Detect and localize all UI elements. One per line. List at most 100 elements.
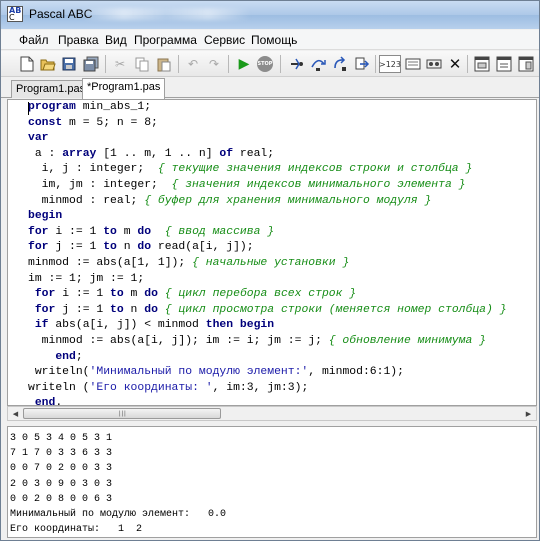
window3-icon[interactable] bbox=[517, 55, 535, 73]
code-line[interactable]: writeln('Минимальный по модулю элемент:'… bbox=[28, 365, 507, 381]
code-token: im := 1; jm := 1; bbox=[28, 272, 145, 285]
step-out-icon[interactable] bbox=[331, 55, 349, 73]
toolbar-separator bbox=[375, 55, 376, 73]
code-token: minmod := abs(a[1, 1]); bbox=[28, 256, 193, 269]
editor-tabs: Program1.pas *Program1.pas bbox=[1, 78, 539, 99]
scroll-right-icon[interactable]: ▶ bbox=[521, 407, 536, 420]
code-string: 'Его координаты: ' bbox=[89, 381, 213, 394]
menu-service[interactable]: Сервис bbox=[204, 33, 245, 47]
output-window[interactable]: 3 0 5 3 4 0 5 3 1 7 1 7 0 3 3 6 3 3 0 0 7 … bbox=[7, 426, 537, 538]
code-token: j := 1 bbox=[48, 241, 104, 254]
toolbar-separator bbox=[467, 55, 468, 73]
code-line[interactable]: i, j : integer; { текущие значения индек… bbox=[28, 162, 507, 178]
copy-icon[interactable] bbox=[133, 55, 151, 73]
code-line[interactable]: for j := 1 to n do read(a[i, j]); bbox=[28, 240, 507, 256]
code-comment: { буфер для хранения минимального модуля… bbox=[144, 194, 432, 207]
code-token: m = 5; n = 8; bbox=[62, 116, 158, 129]
grip-icon: ||| bbox=[119, 411, 127, 417]
scroll-left-icon[interactable]: ◀ bbox=[8, 407, 23, 420]
stop-icon[interactable]: STOP bbox=[256, 55, 274, 73]
window1-icon[interactable] bbox=[473, 55, 491, 73]
new-file-icon[interactable] bbox=[18, 55, 36, 73]
code-line[interactable]: im := 1; jm := 1; bbox=[28, 272, 507, 288]
code-line[interactable]: minmod := abs(a[1, 1]); { начальные уста… bbox=[28, 256, 507, 272]
scrollbar-thumb[interactable]: ||| bbox=[23, 408, 221, 419]
menu-program[interactable]: Программа bbox=[134, 33, 197, 47]
step-into-icon[interactable] bbox=[287, 55, 305, 73]
code-token: i, j : integer; bbox=[28, 163, 158, 176]
paste-icon[interactable] bbox=[155, 55, 173, 73]
horizontal-scrollbar[interactable]: ◀ ||| ▶ bbox=[7, 406, 537, 421]
title-bar[interactable]: AB C Pascal ABC bbox=[1, 1, 539, 29]
code-editor[interactable]: program min_abs_1; const m = 5; n = 8; var… bbox=[7, 99, 537, 406]
code-token: [1 .. m, 1 .. n] bbox=[96, 147, 220, 160]
code-token: m bbox=[123, 288, 145, 301]
code-line[interactable]: begin bbox=[28, 209, 507, 225]
code-token: writeln( bbox=[28, 366, 90, 379]
code-line[interactable]: im, jm : integer; { значения индексов ми… bbox=[28, 178, 507, 194]
code-token: abs(a[i, j]) < minmod bbox=[48, 319, 206, 332]
code-string: 'Минимальный по модулю элемент:' bbox=[89, 366, 309, 379]
output-line: 2 0 3 0 9 0 3 0 3 bbox=[10, 478, 113, 490]
run-icon[interactable]: ▶ bbox=[235, 55, 253, 73]
output-line: 3 0 5 3 4 0 5 3 1 bbox=[10, 433, 113, 444]
code-token: m bbox=[116, 225, 138, 238]
code-line[interactable]: var bbox=[28, 131, 507, 147]
menu-file[interactable]: Файл bbox=[19, 33, 49, 47]
code-token: . bbox=[55, 397, 63, 406]
code-line[interactable]: minmod : real; { буфер для хранения мини… bbox=[28, 194, 507, 210]
redo-icon[interactable]: ↷ bbox=[205, 55, 223, 73]
code-line[interactable]: minmod := abs(a[i, j]); im := i; jm := j… bbox=[28, 334, 507, 350]
code-line[interactable]: for j := 1 to n do { цикл просмотра стро… bbox=[28, 303, 507, 319]
output-line: 0 0 7 0 2 0 0 3 3 bbox=[10, 463, 113, 475]
code-comment: { цикл просмотра строки (меняется номер … bbox=[164, 303, 507, 316]
code-token: minmod : real; bbox=[28, 194, 145, 207]
output-line: 0 0 2 0 8 0 0 6 3 bbox=[10, 493, 113, 505]
code-line[interactable]: for i := 1 to m do { цикл перебора всех … bbox=[28, 287, 507, 303]
code-keyword: end bbox=[55, 350, 76, 363]
code-comment: { текущие значения индексов строки и сто… bbox=[157, 163, 473, 176]
code-token: j := 1 bbox=[55, 303, 111, 316]
code-keyword: for bbox=[34, 303, 56, 316]
breakpoint-icon[interactable] bbox=[425, 55, 443, 73]
tab-program1-modified[interactable]: *Program1.pas bbox=[82, 78, 166, 99]
code-text[interactable]: program min_abs_1; const m = 5; n = 8; var… bbox=[28, 100, 507, 406]
code-keyword: to bbox=[103, 241, 117, 254]
undo-icon[interactable]: ↶ bbox=[184, 55, 202, 73]
code-keyword: begin bbox=[28, 210, 63, 223]
code-keyword: end bbox=[34, 397, 56, 406]
code-line[interactable]: const m = 5; n = 8; bbox=[28, 116, 507, 132]
menu-view[interactable]: Вид bbox=[105, 33, 127, 47]
code-keyword: do bbox=[137, 241, 152, 254]
code-line[interactable]: end. bbox=[28, 396, 507, 406]
code-token: real; bbox=[233, 147, 275, 160]
code-token: writeln ( bbox=[28, 381, 90, 394]
code-line[interactable]: if abs(a[i, j]) < minmod then begin bbox=[28, 318, 507, 334]
code-line[interactable]: a : array [1 .. m, 1 .. n] of real; bbox=[28, 147, 507, 163]
toolbar-separator bbox=[178, 55, 179, 73]
evaluate-icon[interactable]: >123 bbox=[379, 55, 401, 73]
menu-help[interactable]: Помощь bbox=[251, 33, 297, 47]
code-line[interactable]: for i := 1 to m do { ввод массива } bbox=[28, 225, 507, 241]
save-icon[interactable] bbox=[60, 55, 78, 73]
code-line[interactable]: end; bbox=[28, 350, 507, 366]
watch-icon[interactable] bbox=[404, 55, 422, 73]
menu-edit[interactable]: Правка bbox=[58, 33, 99, 47]
code-keyword: then bbox=[205, 319, 234, 332]
tab-program1[interactable]: Program1.pas bbox=[11, 80, 91, 98]
open-folder-icon[interactable] bbox=[39, 55, 57, 73]
code-line[interactable]: program min_abs_1; bbox=[28, 100, 507, 116]
run-to-cursor-icon[interactable] bbox=[353, 55, 371, 73]
code-line[interactable]: writeln ('Его координаты: ', im:3, jm:3)… bbox=[28, 381, 507, 397]
save-all-icon[interactable] bbox=[82, 55, 100, 73]
code-keyword: do bbox=[137, 225, 152, 238]
code-keyword: to bbox=[110, 303, 124, 316]
code-keyword: if bbox=[34, 319, 49, 332]
window2-icon[interactable] bbox=[495, 55, 513, 73]
cut-icon[interactable]: ✂ bbox=[111, 55, 129, 73]
step-over-icon[interactable] bbox=[309, 55, 327, 73]
clear-icon[interactable]: ✕ bbox=[446, 55, 464, 73]
output-text: 3 0 5 3 4 0 5 3 1 7 1 7 0 3 3 6 3 3 0 0 7 … bbox=[10, 431, 226, 537]
